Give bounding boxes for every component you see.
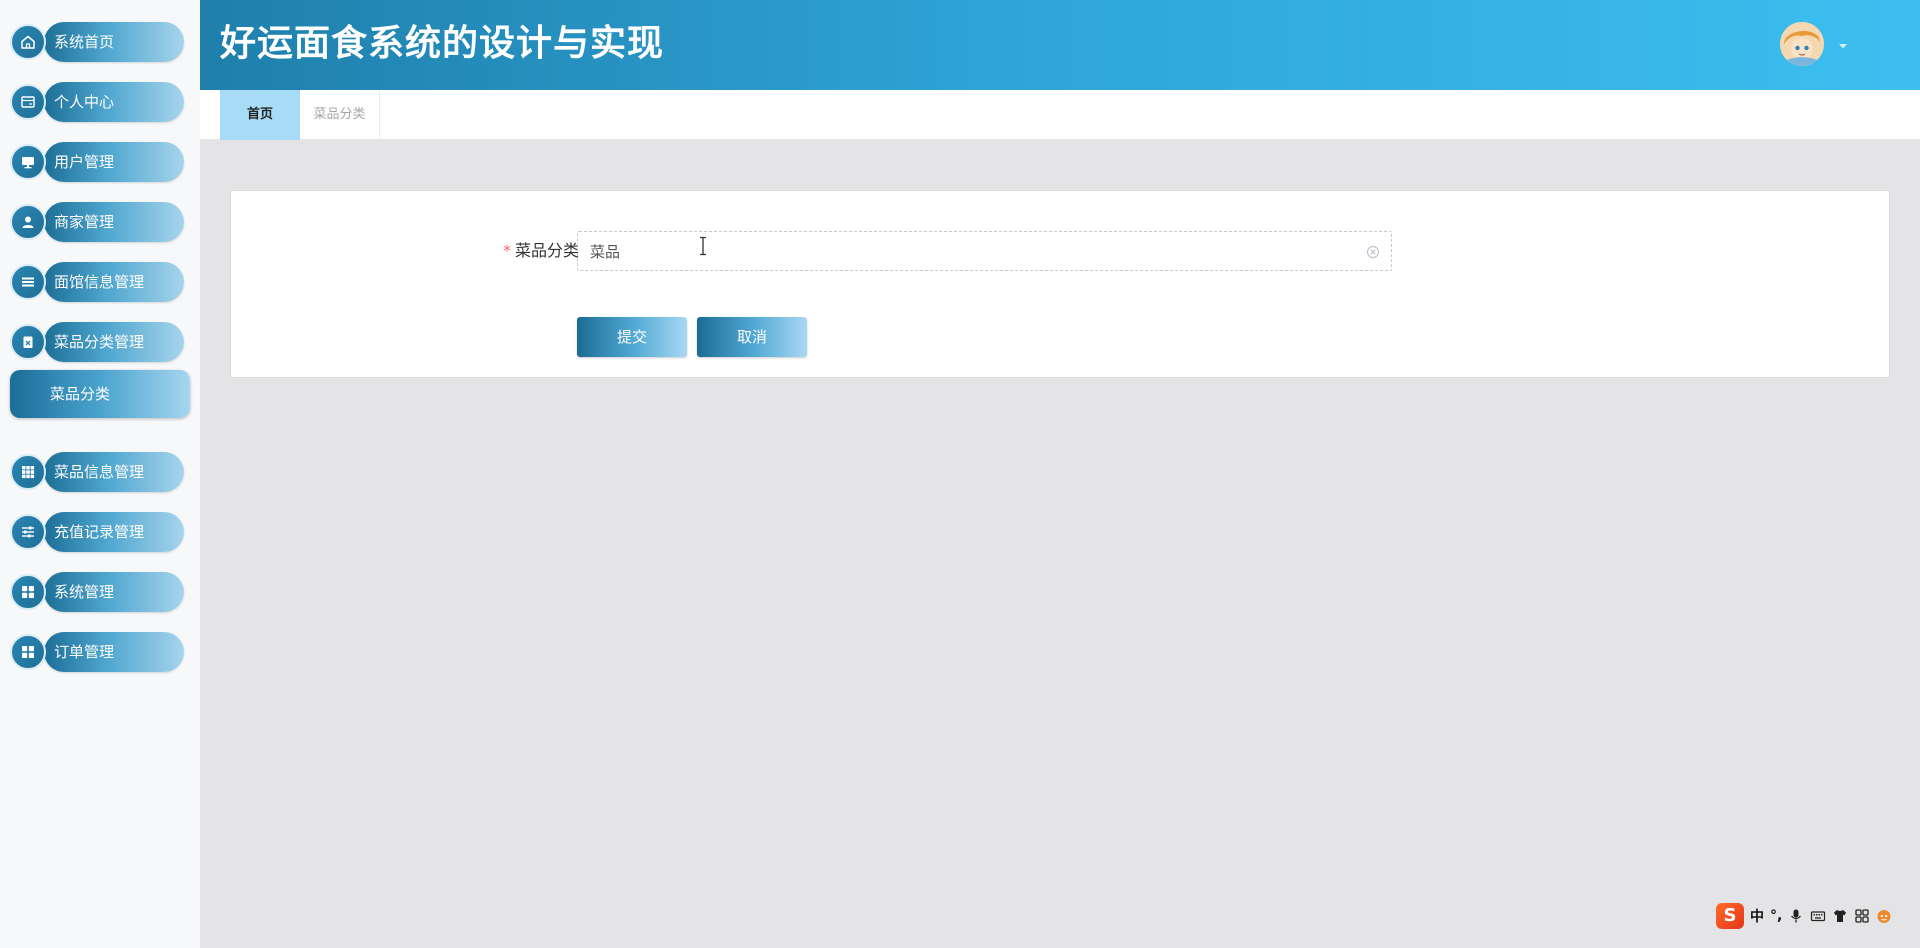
- tab-home[interactable]: 首页: [220, 90, 300, 140]
- apps-icon: [10, 634, 46, 670]
- keyboard-icon[interactable]: [1810, 908, 1826, 924]
- sidebar-item-label: 面馆信息管理: [54, 273, 145, 291]
- home-icon: [10, 24, 46, 60]
- sidebar-item-system-management[interactable]: 系统管理: [10, 572, 184, 612]
- sidebar-item-label: 商家管理: [54, 213, 115, 231]
- sidebar-item-merchant-management[interactable]: 商家管理: [10, 202, 184, 242]
- ime-punctuation-toggle[interactable]: °,: [1770, 908, 1782, 924]
- sidebar-item-label: 系统首页: [54, 33, 115, 51]
- sidebar-item-user-management[interactable]: 用户管理: [10, 142, 184, 182]
- app-title: 好运面食系统的设计与实现: [220, 23, 665, 64]
- clear-icon[interactable]: [1365, 244, 1381, 260]
- category-field-label: * 菜品分类: [491, 231, 579, 271]
- sidebar-item-noodle-shop-management[interactable]: 面馆信息管理: [10, 262, 184, 302]
- sidebar-subitem-dish-category[interactable]: 菜品分类: [10, 370, 190, 418]
- sidebar-item-home[interactable]: 系统首页: [10, 22, 184, 62]
- sidebar-item-label: 系统管理: [54, 583, 115, 601]
- list-icon: [10, 264, 46, 300]
- sidebar-item-label: 菜品信息管理: [54, 463, 145, 481]
- required-mark: *: [502, 241, 511, 260]
- submit-button[interactable]: 提交: [577, 317, 687, 357]
- skin-shirt-icon[interactable]: [1832, 908, 1848, 924]
- apps-icon: [10, 574, 46, 610]
- sidebar-item-label: 充值记录管理: [54, 523, 145, 541]
- sidebar-item-recharge-record-management[interactable]: 充值记录管理: [10, 512, 184, 552]
- sidebar-subitem-label: 菜品分类: [50, 385, 111, 403]
- sidebar-item-personal-center[interactable]: 个人中心: [10, 82, 184, 122]
- category-label-text: 菜品分类: [514, 241, 579, 260]
- microphone-icon[interactable]: [1788, 908, 1804, 924]
- ime-toolbar: S 中 °,: [1716, 902, 1920, 930]
- id-card-icon: [10, 84, 46, 120]
- cancel-button[interactable]: 取消: [697, 317, 807, 357]
- clipboard-icon: [10, 324, 46, 360]
- mascot-face-icon[interactable]: [1876, 908, 1892, 924]
- text-cursor-icon: [697, 236, 709, 256]
- sidebar-item-dish-info-management[interactable]: 菜品信息管理: [10, 452, 184, 492]
- sogou-logo-icon[interactable]: S: [1716, 903, 1744, 929]
- sidebar-item-label: 用户管理: [54, 153, 115, 171]
- sliders-icon: [10, 514, 46, 550]
- monitor-icon: [10, 144, 46, 180]
- user-icon: [10, 204, 46, 240]
- tabs-bar: 首页 菜品分类: [200, 90, 1920, 140]
- sidebar-item-label: 订单管理: [54, 643, 115, 661]
- sidebar-item-order-management[interactable]: 订单管理: [10, 632, 184, 672]
- toolbox-grid-icon[interactable]: [1854, 908, 1870, 924]
- top-header: 好运面食系统的设计与实现: [200, 0, 1920, 90]
- grid-icon: [10, 454, 46, 490]
- sidebar: 系统首页 个人中心 用户管理 商家管理 面馆信息管理 菜品分类管理 菜品分类 菜…: [0, 0, 200, 948]
- form-card: *菜品分类 提交 取消: [230, 190, 1890, 378]
- tab-dish-category[interactable]: 菜品分类: [300, 90, 380, 140]
- sidebar-item-label: 个人中心: [54, 93, 115, 111]
- sidebar-item-label: 菜品分类管理: [54, 333, 145, 351]
- ime-mode-toggle[interactable]: 中: [1750, 906, 1764, 926]
- avatar-icon[interactable]: [1780, 22, 1824, 66]
- sidebar-item-dish-category-management[interactable]: 菜品分类管理: [10, 322, 184, 362]
- caret-down-icon[interactable]: [1836, 38, 1850, 52]
